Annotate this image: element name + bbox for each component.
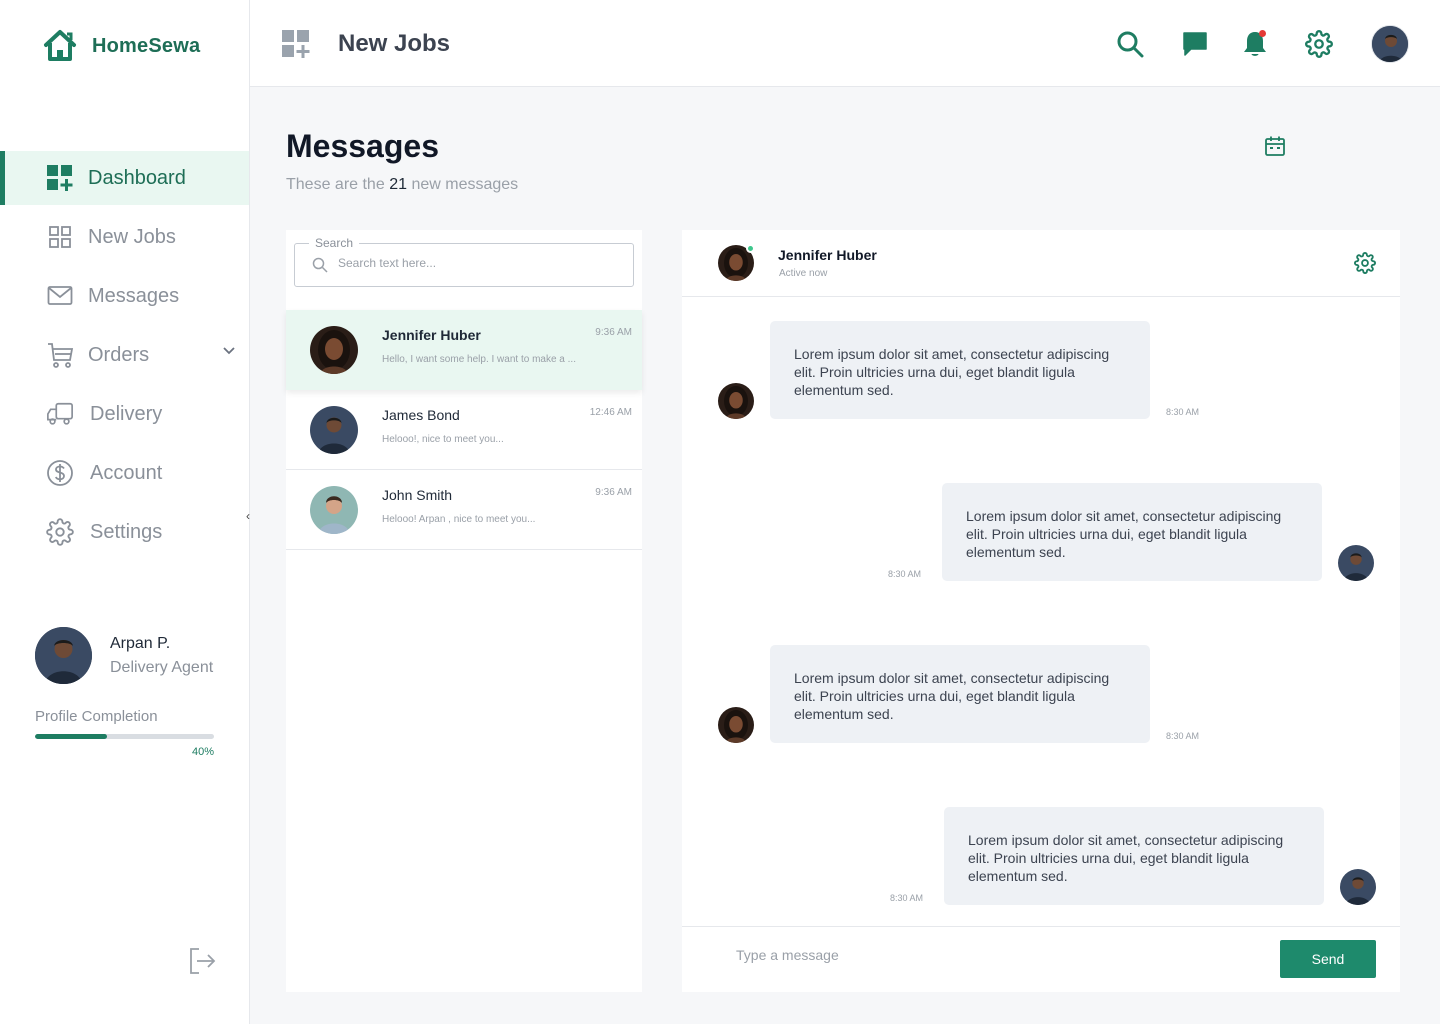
search-icon[interactable] xyxy=(1114,28,1146,60)
chat-panel: Jennifer Huber Active now Lorem ipsum do… xyxy=(682,230,1400,992)
chat-icon[interactable] xyxy=(1179,28,1211,60)
date-picker[interactable] xyxy=(1264,135,1286,157)
sidebar-item-label: Dashboard xyxy=(88,166,186,189)
avatar xyxy=(310,486,358,534)
gear-icon xyxy=(46,518,74,546)
sidebar-item-label: Orders xyxy=(88,343,150,366)
message-time: 8:30 AM xyxy=(1166,407,1200,417)
conversation-name: Jennifer Huber xyxy=(382,327,481,343)
cart-icon xyxy=(46,341,74,369)
conversation-time: 9:36 AM xyxy=(595,327,632,338)
avatar xyxy=(310,406,358,454)
sidebar-item-delivery[interactable]: Delivery xyxy=(0,387,249,441)
sidebar-item-dashboard[interactable]: Dashboard xyxy=(0,151,249,205)
avatar xyxy=(1340,869,1376,905)
message-composer: Send xyxy=(682,926,1400,992)
messages-heading: Messages xyxy=(286,128,439,164)
sidebar-nav: Dashboard New Jobs Messages Orders Deliv… xyxy=(0,151,249,564)
dollar-icon xyxy=(46,459,74,487)
sidebar-item-messages[interactable]: Messages xyxy=(0,269,249,323)
search-input[interactable] xyxy=(338,256,618,270)
home-logo-icon xyxy=(42,28,78,64)
message-input[interactable] xyxy=(736,947,1256,963)
sidebar-item-settings[interactable]: Settings xyxy=(0,505,249,559)
brand[interactable]: HomeSewa xyxy=(42,28,200,64)
user-avatar[interactable] xyxy=(1371,25,1409,63)
conversation-preview: Hello, I want some help. I want to make … xyxy=(382,354,576,365)
avatar[interactable] xyxy=(35,627,92,684)
conversation-preview: Helooo! Arpan , nice to meet you... xyxy=(382,514,536,525)
conversation-name: James Bond xyxy=(382,407,460,423)
message-bubble: Lorem ipsum dolor sit amet, consectetur … xyxy=(944,807,1324,905)
profile-name: Arpan P. xyxy=(110,635,171,652)
message-bubble: Lorem ipsum dolor sit amet, consectetur … xyxy=(942,483,1322,581)
message-time: 8:30 AM xyxy=(1166,731,1200,741)
profile-completion-label: Profile Completion xyxy=(35,708,158,725)
avatar xyxy=(718,383,754,419)
dashboard-icon xyxy=(46,164,74,192)
new-message-count: 21 xyxy=(389,176,407,193)
avatar xyxy=(1338,545,1374,581)
avatar xyxy=(310,326,358,374)
sidebar-item-orders[interactable]: Orders xyxy=(0,328,249,382)
chat-header: Jennifer Huber Active now xyxy=(682,230,1400,297)
profile-role: Delivery Agent xyxy=(110,659,214,676)
conversation-name: John Smith xyxy=(382,487,453,503)
conversation-item[interactable]: John Smith Helooo! Arpan , nice to meet … xyxy=(286,470,642,550)
calendar-icon xyxy=(1264,135,1286,157)
sidebar-item-new-jobs[interactable]: New Jobs xyxy=(0,210,249,264)
profile-completion-percent: 40% xyxy=(191,746,214,758)
sidebar-item-label: Settings xyxy=(90,520,163,543)
sidebar-collapse-handle[interactable]: ‹ xyxy=(246,509,250,523)
topbar: New Jobs xyxy=(250,0,1440,87)
search-label: Search xyxy=(309,236,360,250)
message-bubble: Lorem ipsum dolor sit amet, consectetur … xyxy=(770,321,1150,419)
brand-name: HomeSewa xyxy=(92,34,201,57)
settings-icon[interactable] xyxy=(1303,28,1335,60)
gear-icon[interactable] xyxy=(1354,252,1376,274)
sidebar-item-label: Account xyxy=(90,461,163,484)
logout-icon[interactable] xyxy=(187,946,217,976)
avatar xyxy=(718,707,754,743)
message-time: 8:30 AM xyxy=(890,893,924,903)
conversation-list: Search Jennifer Huber Hello, I want some… xyxy=(286,230,642,992)
search-field[interactable]: Search xyxy=(294,236,634,287)
avatar[interactable] xyxy=(718,244,755,281)
chevron-down-icon[interactable] xyxy=(223,347,235,355)
sidebar-item-label: Delivery xyxy=(90,402,163,425)
profile-completion-bar xyxy=(35,734,214,739)
message-time: 8:30 AM xyxy=(888,569,922,579)
message-bubble: Lorem ipsum dolor sit amet, consectetur … xyxy=(770,645,1150,743)
conversation-item[interactable]: James Bond Helooo!, nice to meet you... … xyxy=(286,390,642,470)
bell-icon[interactable] xyxy=(1239,28,1271,60)
sidebar-item-label: New Jobs xyxy=(88,225,176,248)
truck-icon xyxy=(46,400,74,428)
messages-subheading: These are the 21 new messages xyxy=(286,176,518,194)
envelope-icon xyxy=(46,282,74,310)
grid-icon xyxy=(46,223,74,251)
subheading-prefix: These are the xyxy=(286,176,385,193)
sidebar-item-account[interactable]: Account xyxy=(0,446,249,500)
sidebar-item-label: Messages xyxy=(88,284,180,307)
sidebar: HomeSewa Dashboard New Jobs Messages Ord… xyxy=(0,0,250,1024)
conversation-time: 12:46 AM xyxy=(589,407,632,418)
dashboard-icon xyxy=(282,30,310,58)
page-title: New Jobs xyxy=(338,30,451,57)
conversation-time: 9:36 AM xyxy=(595,487,632,498)
subheading-suffix: new messages xyxy=(411,176,519,193)
conversation-item[interactable]: Jennifer Huber Hello, I want some help. … xyxy=(286,310,642,390)
search-icon xyxy=(312,257,328,273)
send-button[interactable]: Send xyxy=(1280,940,1376,978)
profile-completion-fill xyxy=(35,734,107,739)
conversation-preview: Helooo!, nice to meet you... xyxy=(382,434,504,445)
chat-contact-name: Jennifer Huber xyxy=(778,247,877,263)
online-status-dot xyxy=(746,244,755,253)
chat-contact-status: Active now xyxy=(779,268,828,279)
